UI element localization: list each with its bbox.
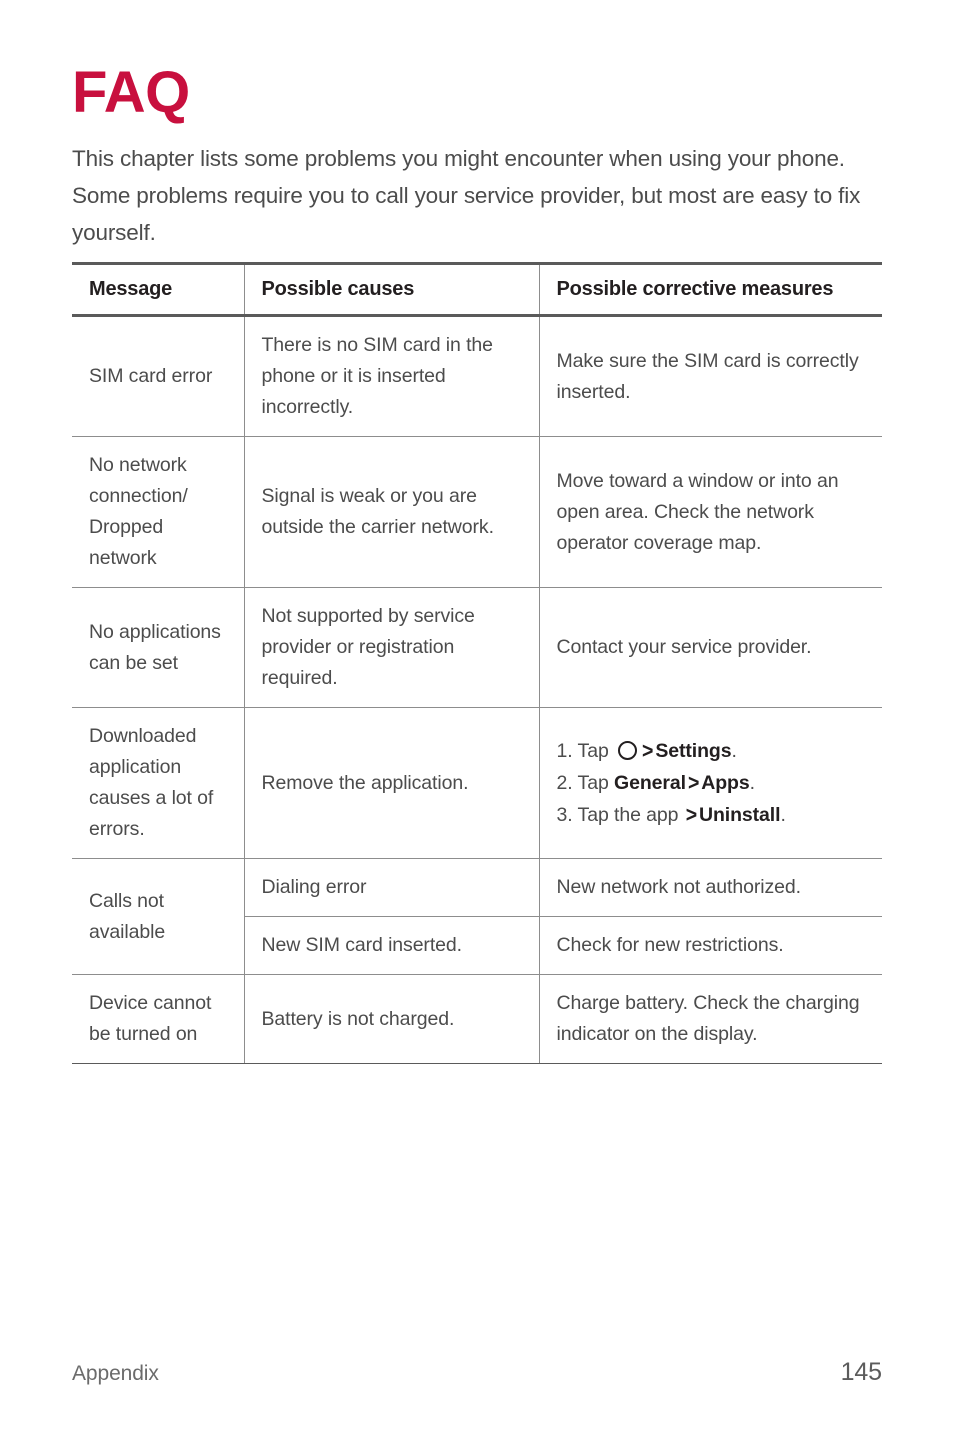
cell-cause: Battery is not charged. (244, 974, 540, 1064)
cell-message: Calls not available (72, 858, 245, 975)
table-row: No applications can be set Not supported… (72, 587, 882, 708)
cell-cause: Remove the application. (244, 707, 540, 859)
step-text: Tap the app (577, 804, 679, 826)
page-footer: Appendix 145 (72, 1358, 882, 1387)
faq-table: Message Possible causes Possible correct… (72, 262, 882, 1064)
step-suffix: . (731, 740, 737, 762)
table-row: No network connection/ Dropped network S… (72, 436, 882, 588)
step-number: 3. (556, 804, 573, 826)
step-bold-source: General (614, 772, 686, 794)
cell-measure: Charge battery. Check the charging indic… (539, 974, 882, 1064)
cell-message: No applications can be set (72, 587, 245, 708)
table-row: Device cannot be turned on Battery is no… (72, 974, 882, 1064)
table-head: Message Possible causes Possible correct… (72, 262, 882, 317)
document-page: FAQ This chapter lists some problems you… (0, 0, 954, 1431)
cell-measure: Make sure the SIM card is correctly inse… (539, 315, 882, 437)
cell-message: Device cannot be turned on (72, 974, 245, 1064)
cell-message: Downloaded application causes a lot of e… (72, 707, 245, 859)
column-header-message: Message (72, 262, 245, 317)
step-item: 3. Tap the app > Uninstall. (557, 799, 873, 831)
home-circle-icon (618, 741, 638, 760)
intro-paragraph: This chapter lists some problems you mig… (72, 146, 861, 245)
step-item: 1. Tap > Settings. (557, 735, 873, 767)
chevron-right-icon: > (642, 738, 654, 764)
step-number: 1. (556, 740, 573, 762)
cell-message: SIM card error (72, 315, 245, 437)
cell-measure: Move toward a window or into an open are… (539, 436, 882, 588)
table-row: Calls not available Dialing error New ne… (72, 858, 882, 975)
cell-measure: New network not authorized. (539, 858, 882, 917)
cell-cause: Signal is weak or you are outside the ca… (244, 436, 540, 588)
footer-page-number: 145 (840, 1358, 883, 1386)
step-bold-target: Settings (655, 740, 732, 762)
step-number: 2. (556, 772, 573, 794)
steps-list: 1. Tap > Settings. 2. Tap General > Apps. 3… (557, 735, 873, 831)
column-header-possible-causes: Possible causes (244, 262, 540, 317)
cell-cause: Not supported by service provider or reg… (244, 587, 540, 708)
footer-section-label: Appendix (72, 1362, 159, 1385)
step-item: 2. Tap General > Apps. (557, 767, 873, 799)
table-row: Downloaded application causes a lot of e… (72, 707, 882, 859)
table-body: SIM card error There is no SIM card in t… (72, 315, 882, 1064)
step-bold-target: Uninstall (699, 804, 781, 826)
page-title: FAQ (72, 60, 190, 125)
faq-table-container: Message Possible causes Possible correct… (72, 262, 882, 1064)
chevron-right-icon: > (685, 802, 697, 828)
column-header-possible-corrective-measures: Possible corrective measures (539, 262, 882, 317)
table-row: SIM card error There is no SIM card in t… (72, 315, 882, 437)
step-text: Tap (577, 772, 609, 794)
cell-measure-steps: 1. Tap > Settings. 2. Tap General > Apps. 3… (539, 707, 882, 859)
cell-cause: New SIM card inserted. (244, 916, 540, 975)
cell-measure: Contact your service provider. (539, 587, 882, 708)
step-suffix: . (749, 772, 755, 794)
cell-measure: Check for new restrictions. (539, 916, 882, 975)
cell-cause: There is no SIM card in the phone or it … (244, 315, 540, 437)
step-text: Tap (577, 740, 609, 762)
table-header-row: Message Possible causes Possible correct… (72, 262, 882, 317)
cell-message: No network connection/ Dropped network (72, 436, 245, 588)
cell-cause: Dialing error (244, 858, 540, 917)
step-suffix: . (780, 804, 786, 826)
step-bold-target: Apps (701, 772, 750, 794)
